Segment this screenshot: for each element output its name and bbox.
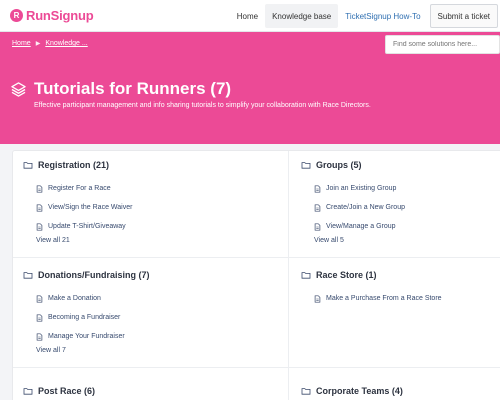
category-grid: Registration (21) Register For a Race Vi… xyxy=(12,150,500,400)
article-link[interactable]: View/Manage a Group xyxy=(301,217,405,236)
article-link[interactable]: Create/Join a New Group xyxy=(301,198,405,217)
folder-icon xyxy=(301,272,311,279)
folder-icon xyxy=(301,162,311,169)
section-title: Race Store (1) xyxy=(316,270,377,280)
layers-icon xyxy=(11,82,26,97)
section-title: Corporate Teams (4) xyxy=(316,386,403,396)
document-icon xyxy=(36,184,43,193)
folder-icon xyxy=(23,162,33,169)
nav-links: Home Knowledge base TicketSignup How-To … xyxy=(230,4,498,28)
document-icon xyxy=(314,222,321,231)
article-title: Update T-Shirt/Giveaway xyxy=(48,223,126,230)
article-link[interactable]: Make a Purchase From a Race Store xyxy=(301,289,442,308)
folder-icon xyxy=(301,388,311,395)
document-icon xyxy=(36,203,43,212)
section-title: Post Race (6) xyxy=(38,386,96,396)
document-icon xyxy=(36,313,43,322)
page-title: Tutorials for Runners (7) xyxy=(34,79,232,98)
nav-knowledge-base[interactable]: Knowledge base xyxy=(265,4,339,28)
section-header[interactable]: Donations/Fundraising (7) xyxy=(23,269,150,281)
article-link[interactable]: Join an Existing Group xyxy=(301,179,405,198)
top-nav: R RunSignup Home Knowledge base TicketSi… xyxy=(0,0,500,32)
article-link[interactable]: View/Sign the Race Waiver xyxy=(23,198,132,217)
brand-name: RunSignup xyxy=(26,8,94,23)
article-link[interactable]: Becoming a Fundraiser xyxy=(23,308,150,327)
article-link[interactable]: Make a Donation xyxy=(23,289,150,308)
row-divider xyxy=(13,257,500,258)
folder-icon xyxy=(23,272,33,279)
view-all-link[interactable]: View all 5 xyxy=(301,237,405,244)
row-divider xyxy=(13,367,500,368)
search-input[interactable] xyxy=(385,35,500,54)
section-header[interactable]: Post Race (6) xyxy=(23,385,95,397)
article-title: View/Sign the Race Waiver xyxy=(48,204,133,211)
nav-ticketsignup-howto[interactable]: TicketSignup How-To xyxy=(338,4,427,28)
view-all-link[interactable]: View all 7 xyxy=(23,347,150,354)
article-title: Register For a Race xyxy=(48,185,111,192)
document-icon xyxy=(36,294,43,303)
brand-logo[interactable]: R RunSignup xyxy=(10,8,94,23)
section-title: Groups (5) xyxy=(316,160,362,170)
section-corporate-teams: Corporate Teams (4) xyxy=(301,385,403,397)
section-race-store: Race Store (1) Make a Purchase From a Ra… xyxy=(301,269,442,308)
breadcrumb-current[interactable]: Knowledge ... xyxy=(45,40,87,47)
document-icon xyxy=(314,184,321,193)
section-title: Registration (21) xyxy=(38,160,110,170)
document-icon xyxy=(36,332,43,341)
section-title: Donations/Fundraising (7) xyxy=(38,270,150,280)
nav-home[interactable]: Home xyxy=(230,4,265,28)
submit-ticket-button[interactable]: Submit a ticket xyxy=(429,4,498,28)
page-description: Effective participant management and inf… xyxy=(34,102,371,109)
article-title: Becoming a Fundraiser xyxy=(48,314,121,321)
brand-mark-icon: R xyxy=(10,9,23,22)
article-link[interactable]: Manage Your Fundraiser xyxy=(23,327,150,346)
column-divider xyxy=(288,151,289,400)
section-donations-fundraising: Donations/Fundraising (7) Make a Donatio… xyxy=(23,269,150,354)
breadcrumb-home[interactable]: Home xyxy=(12,40,31,47)
section-groups: Groups (5) Join an Existing Group Create… xyxy=(301,159,405,244)
article-title: Create/Join a New Group xyxy=(326,204,405,211)
section-header[interactable]: Groups (5) xyxy=(301,159,405,171)
section-header[interactable]: Race Store (1) xyxy=(301,269,442,281)
view-all-link[interactable]: View all 21 xyxy=(23,237,132,244)
document-icon xyxy=(314,294,321,303)
breadcrumb: Home ▶ Knowledge ... xyxy=(12,40,88,47)
folder-icon xyxy=(23,388,33,395)
document-icon xyxy=(36,222,43,231)
section-header[interactable]: Registration (21) xyxy=(23,159,132,171)
article-link[interactable]: Register For a Race xyxy=(23,179,132,198)
article-title: Make a Donation xyxy=(48,295,101,302)
article-title: Join an Existing Group xyxy=(326,185,397,192)
breadcrumb-separator-icon: ▶ xyxy=(35,41,41,47)
hero-banner: Home ▶ Knowledge ... Tutorials for Runne… xyxy=(0,32,500,144)
section-header[interactable]: Corporate Teams (4) xyxy=(301,385,403,397)
article-title: View/Manage a Group xyxy=(326,223,396,230)
article-title: Make a Purchase From a Race Store xyxy=(326,295,442,302)
section-registration: Registration (21) Register For a Race Vi… xyxy=(23,159,132,244)
article-link[interactable]: Update T-Shirt/Giveaway xyxy=(23,217,132,236)
section-post-race: Post Race (6) xyxy=(23,385,95,397)
article-title: Manage Your Fundraiser xyxy=(48,333,125,340)
document-icon xyxy=(314,203,321,212)
